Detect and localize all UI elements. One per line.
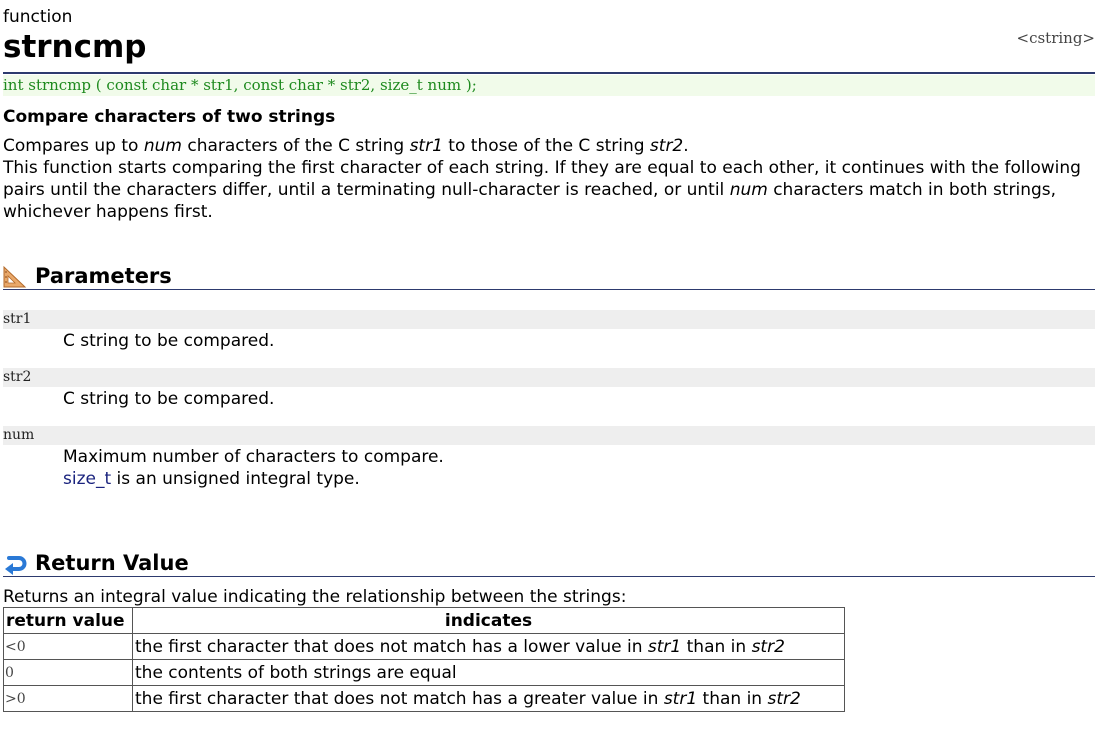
param-name-num: num [3, 426, 1095, 445]
description: Compares up to num characters of the C s… [3, 135, 1095, 223]
param-desc-str1: C string to be compared. [63, 331, 275, 351]
table-row: 0 the contents of both strings are equal [3, 659, 845, 686]
header-tag: <cstring> [1016, 29, 1096, 47]
section-title: Parameters [35, 264, 172, 288]
param-name-str2: str2 [3, 368, 1095, 387]
param-desc-str2: C string to be compared. [63, 389, 275, 409]
page-title: strncmp [3, 29, 147, 65]
function-prototype: int strncmp ( const char * str1, const c… [3, 75, 1095, 96]
entry-kind: function [3, 7, 73, 27]
indicates-cell: the contents of both strings are equal [132, 659, 845, 686]
param-desc-num: Maximum number of characters to compare.… [63, 446, 1063, 490]
title-divider [3, 72, 1095, 74]
indicates-cell: the first character that does not match … [132, 685, 845, 712]
param-ref-num: num [729, 180, 768, 200]
column-header-return-value: return value [3, 607, 133, 634]
indicates-cell: the first character that does not match … [132, 633, 845, 660]
description-paragraph-2: This function starts comparing the first… [3, 158, 1081, 222]
return-value-cell: <0 [3, 633, 133, 660]
return-value-table: return value indicates <0 the first char… [3, 607, 845, 712]
function-summary: Compare characters of two strings [3, 107, 336, 127]
column-header-indicates: indicates [132, 607, 845, 634]
param-name-str1: str1 [3, 310, 1095, 329]
triangle-ruler-icon [3, 265, 27, 289]
param-ref-str1: str1 [409, 136, 443, 156]
table-row: >0 the first character that does not mat… [3, 685, 845, 712]
return-value-cell: >0 [3, 685, 133, 712]
param-desc-num-text: Maximum number of characters to compare. [63, 447, 444, 467]
table-header-row: return value indicates [3, 607, 845, 634]
return-arrow-icon [3, 552, 27, 576]
description-paragraph-1: Compares up to num characters of the C s… [3, 136, 689, 156]
parameters-heading: Parameters [3, 264, 1095, 290]
return-intro: Returns an integral value indicating the… [3, 587, 627, 607]
return-value-heading: Return Value [3, 551, 1095, 577]
param-ref-num: num [143, 136, 182, 156]
section-title: Return Value [35, 551, 189, 575]
param-ref-str2: str2 [649, 136, 684, 156]
return-value-cell: 0 [3, 659, 133, 686]
size-t-link[interactable]: size_t [63, 469, 111, 489]
table-row: <0 the first character that does not mat… [3, 633, 845, 660]
param-desc-num-note: size_t is an unsigned integral type. [63, 469, 360, 489]
